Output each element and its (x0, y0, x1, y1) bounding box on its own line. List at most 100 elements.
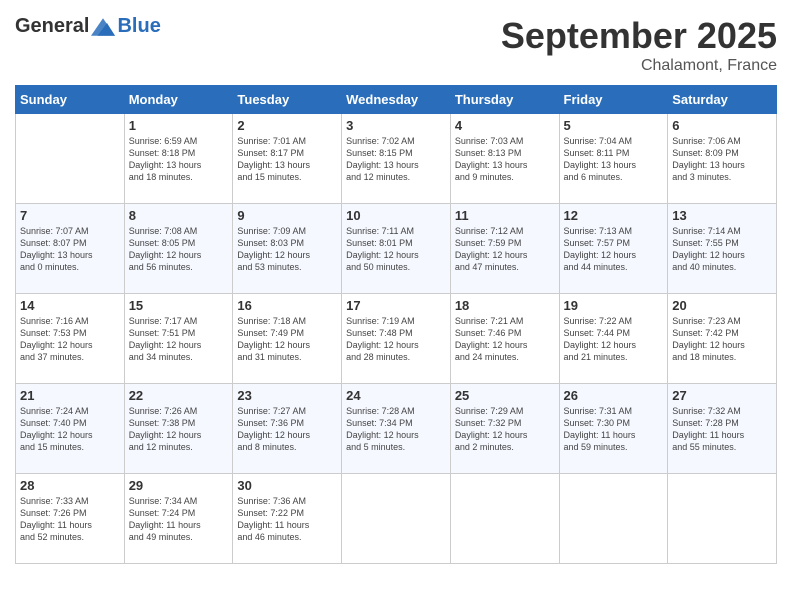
column-header-monday: Monday (124, 86, 233, 114)
week-row-2: 7 Sunrise: 7:07 AM Sunset: 8:07 PM Daylig… (16, 204, 777, 294)
calendar-cell: 25 Sunrise: 7:29 AM Sunset: 7:32 PM Dayli… (450, 384, 559, 474)
column-header-tuesday: Tuesday (233, 86, 342, 114)
day-info: Sunrise: 7:14 AM Sunset: 7:55 PM Dayligh… (672, 225, 772, 274)
day-info: Sunrise: 7:01 AM Sunset: 8:17 PM Dayligh… (237, 135, 337, 184)
location: Chalamont, France (501, 57, 777, 75)
day-number: 22 (129, 388, 229, 403)
day-number: 7 (20, 208, 120, 223)
logo-icon (91, 17, 115, 37)
calendar-cell: 12 Sunrise: 7:13 AM Sunset: 7:57 PM Dayli… (559, 204, 668, 294)
day-number: 24 (346, 388, 446, 403)
calendar-cell: 27 Sunrise: 7:32 AM Sunset: 7:28 PM Dayli… (668, 384, 777, 474)
day-info: Sunrise: 7:21 AM Sunset: 7:46 PM Dayligh… (455, 315, 555, 364)
day-number: 30 (237, 478, 337, 493)
day-number: 8 (129, 208, 229, 223)
day-number: 20 (672, 298, 772, 313)
day-number: 16 (237, 298, 337, 313)
week-row-4: 21 Sunrise: 7:24 AM Sunset: 7:40 PM Dayli… (16, 384, 777, 474)
day-number: 17 (346, 298, 446, 313)
day-info: Sunrise: 7:29 AM Sunset: 7:32 PM Dayligh… (455, 405, 555, 454)
calendar-table: SundayMondayTuesdayWednesdayThursdayFrid… (15, 85, 777, 564)
calendar-cell: 17 Sunrise: 7:19 AM Sunset: 7:48 PM Dayli… (342, 294, 451, 384)
day-info: Sunrise: 7:33 AM Sunset: 7:26 PM Dayligh… (20, 495, 120, 544)
calendar-cell: 16 Sunrise: 7:18 AM Sunset: 7:49 PM Dayli… (233, 294, 342, 384)
day-number: 19 (564, 298, 664, 313)
calendar-cell: 29Sunrise: 7:34 AM Sunset: 7:24 PM Dayli… (124, 474, 233, 564)
day-number: 9 (237, 208, 337, 223)
day-info: Sunrise: 7:27 AM Sunset: 7:36 PM Dayligh… (237, 405, 337, 454)
day-info: Sunrise: 7:12 AM Sunset: 7:59 PM Dayligh… (455, 225, 555, 274)
day-info: Sunrise: 7:04 AM Sunset: 8:11 PM Dayligh… (564, 135, 664, 184)
day-number: 26 (564, 388, 664, 403)
calendar-header-row: SundayMondayTuesdayWednesdayThursdayFrid… (16, 86, 777, 114)
calendar-cell: 7 Sunrise: 7:07 AM Sunset: 8:07 PM Daylig… (16, 204, 125, 294)
calendar-cell: 2 Sunrise: 7:01 AM Sunset: 8:17 PM Daylig… (233, 114, 342, 204)
day-info: Sunrise: 7:36 AM Sunset: 7:22 PM Dayligh… (237, 495, 337, 544)
day-info: Sunrise: 7:17 AM Sunset: 7:51 PM Dayligh… (129, 315, 229, 364)
month-title: September 2025 (501, 15, 777, 57)
day-number: 25 (455, 388, 555, 403)
day-info: Sunrise: 7:31 AM Sunset: 7:30 PM Dayligh… (564, 405, 664, 454)
day-number: 18 (455, 298, 555, 313)
week-row-3: 14 Sunrise: 7:16 AM Sunset: 7:53 PM Dayli… (16, 294, 777, 384)
calendar-cell: 1Sunrise: 6:59 AM Sunset: 8:18 PM Daylig… (124, 114, 233, 204)
calendar-cell: 13Sunrise: 7:14 AM Sunset: 7:55 PM Dayli… (668, 204, 777, 294)
day-info: Sunrise: 7:11 AM Sunset: 8:01 PM Dayligh… (346, 225, 446, 274)
calendar-cell: 21 Sunrise: 7:24 AM Sunset: 7:40 PM Dayli… (16, 384, 125, 474)
calendar-cell: 18 Sunrise: 7:21 AM Sunset: 7:46 PM Dayli… (450, 294, 559, 384)
day-number: 3 (346, 118, 446, 133)
week-row-5: 28 Sunrise: 7:33 AM Sunset: 7:26 PM Dayli… (16, 474, 777, 564)
day-number: 27 (672, 388, 772, 403)
column-header-friday: Friday (559, 86, 668, 114)
day-info: Sunrise: 7:16 AM Sunset: 7:53 PM Dayligh… (20, 315, 120, 364)
day-info: Sunrise: 7:03 AM Sunset: 8:13 PM Dayligh… (455, 135, 555, 184)
calendar-cell (559, 474, 668, 564)
calendar-cell: 10 Sunrise: 7:11 AM Sunset: 8:01 PM Dayli… (342, 204, 451, 294)
day-number: 15 (129, 298, 229, 313)
logo-blue-text: Blue (117, 15, 160, 38)
day-info: Sunrise: 7:07 AM Sunset: 8:07 PM Dayligh… (20, 225, 120, 274)
column-header-wednesday: Wednesday (342, 86, 451, 114)
calendar-cell: 4Sunrise: 7:03 AM Sunset: 8:13 PM Daylig… (450, 114, 559, 204)
calendar-cell: 14 Sunrise: 7:16 AM Sunset: 7:53 PM Dayli… (16, 294, 125, 384)
day-number: 1 (129, 118, 229, 133)
day-info: Sunrise: 7:18 AM Sunset: 7:49 PM Dayligh… (237, 315, 337, 364)
day-info: Sunrise: 7:24 AM Sunset: 7:40 PM Dayligh… (20, 405, 120, 454)
day-info: Sunrise: 7:32 AM Sunset: 7:28 PM Dayligh… (672, 405, 772, 454)
calendar-cell (668, 474, 777, 564)
title-block: September 2025 Chalamont, France (501, 15, 777, 75)
calendar-cell: 3 Sunrise: 7:02 AM Sunset: 8:15 PM Daylig… (342, 114, 451, 204)
day-info: Sunrise: 7:23 AM Sunset: 7:42 PM Dayligh… (672, 315, 772, 364)
column-header-thursday: Thursday (450, 86, 559, 114)
week-row-1: 1Sunrise: 6:59 AM Sunset: 8:18 PM Daylig… (16, 114, 777, 204)
calendar-cell (342, 474, 451, 564)
day-info: Sunrise: 7:08 AM Sunset: 8:05 PM Dayligh… (129, 225, 229, 274)
day-number: 21 (20, 388, 120, 403)
day-info: Sunrise: 7:26 AM Sunset: 7:38 PM Dayligh… (129, 405, 229, 454)
day-number: 2 (237, 118, 337, 133)
day-number: 14 (20, 298, 120, 313)
day-number: 28 (20, 478, 120, 493)
day-info: Sunrise: 7:13 AM Sunset: 7:57 PM Dayligh… (564, 225, 664, 274)
calendar-cell: 22 Sunrise: 7:26 AM Sunset: 7:38 PM Dayli… (124, 384, 233, 474)
day-number: 6 (672, 118, 772, 133)
day-info: Sunrise: 7:28 AM Sunset: 7:34 PM Dayligh… (346, 405, 446, 454)
calendar-cell: 23Sunrise: 7:27 AM Sunset: 7:36 PM Dayli… (233, 384, 342, 474)
calendar-body: 1Sunrise: 6:59 AM Sunset: 8:18 PM Daylig… (16, 114, 777, 564)
day-info: Sunrise: 7:22 AM Sunset: 7:44 PM Dayligh… (564, 315, 664, 364)
day-number: 12 (564, 208, 664, 223)
calendar-cell (450, 474, 559, 564)
day-number: 10 (346, 208, 446, 223)
column-header-saturday: Saturday (668, 86, 777, 114)
calendar-cell: 6 Sunrise: 7:06 AM Sunset: 8:09 PM Daylig… (668, 114, 777, 204)
column-header-sunday: Sunday (16, 86, 125, 114)
calendar-cell: 24 Sunrise: 7:28 AM Sunset: 7:34 PM Dayli… (342, 384, 451, 474)
logo: General Blue (15, 15, 161, 38)
day-info: Sunrise: 7:06 AM Sunset: 8:09 PM Dayligh… (672, 135, 772, 184)
calendar-cell: 19 Sunrise: 7:22 AM Sunset: 7:44 PM Dayli… (559, 294, 668, 384)
day-info: Sunrise: 7:02 AM Sunset: 8:15 PM Dayligh… (346, 135, 446, 184)
day-info: Sunrise: 7:19 AM Sunset: 7:48 PM Dayligh… (346, 315, 446, 364)
calendar-cell: 30 Sunrise: 7:36 AM Sunset: 7:22 PM Dayli… (233, 474, 342, 564)
calendar-cell: 9Sunrise: 7:09 AM Sunset: 8:03 PM Daylig… (233, 204, 342, 294)
calendar-cell: 20 Sunrise: 7:23 AM Sunset: 7:42 PM Dayli… (668, 294, 777, 384)
